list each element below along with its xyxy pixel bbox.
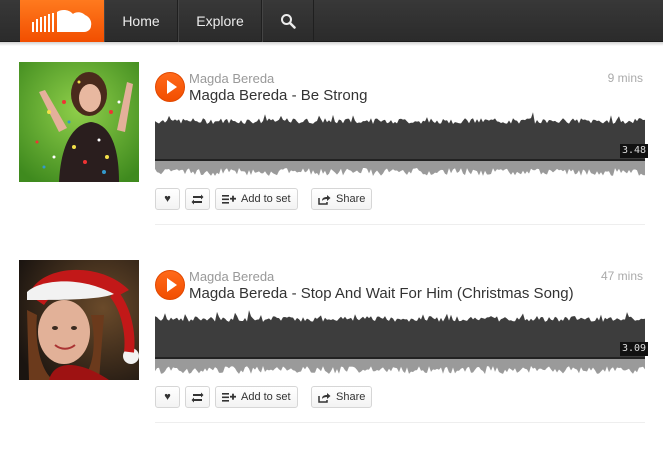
repost-button[interactable] xyxy=(185,188,210,210)
track-item: Magda Bereda Magda Bereda - Be Strong 9 … xyxy=(0,62,663,252)
track-artwork[interactable] xyxy=(19,62,139,182)
play-button[interactable] xyxy=(155,72,185,102)
track-title[interactable]: Magda Bereda - Be Strong xyxy=(189,87,367,104)
add-to-set-button[interactable]: Add to set xyxy=(215,188,298,210)
top-navigation-bar: Home Explore xyxy=(0,0,663,42)
nav-home-label: Home xyxy=(122,13,160,29)
like-button[interactable]: ♥ xyxy=(155,188,180,210)
track-artwork[interactable] xyxy=(19,260,139,380)
add-to-set-icon xyxy=(222,195,236,204)
waveform-upper xyxy=(155,310,645,358)
share-label: Share xyxy=(336,193,366,205)
heart-icon: ♥ xyxy=(164,193,171,205)
track-artist[interactable]: Magda Bereda xyxy=(189,71,274,86)
nav-explore-label: Explore xyxy=(196,13,244,29)
repost-button[interactable] xyxy=(185,386,210,408)
heart-icon: ♥ xyxy=(164,391,171,403)
waveform-upper xyxy=(155,112,645,160)
track-artist[interactable]: Magda Bereda xyxy=(189,269,274,284)
add-to-set-label: Add to set xyxy=(241,193,291,205)
track-duration: 3.48 xyxy=(620,144,649,158)
nav-home[interactable]: Home xyxy=(104,0,178,42)
track-title[interactable]: Magda Bereda - Stop And Wait For Him (Ch… xyxy=(189,285,574,302)
nav-explore[interactable]: Explore xyxy=(178,0,262,42)
repost-icon xyxy=(191,392,204,402)
share-button[interactable]: Share xyxy=(311,188,373,210)
track-separator xyxy=(155,224,645,225)
track-waveform[interactable] xyxy=(155,310,645,375)
waveform-reflection xyxy=(155,358,645,374)
soundcloud-logo[interactable] xyxy=(20,0,104,42)
track-duration: 3.09 xyxy=(620,342,649,356)
topbar-shadow xyxy=(0,42,663,46)
waveform-baseline xyxy=(155,159,645,161)
add-to-set-icon xyxy=(222,393,236,402)
search-icon xyxy=(281,14,296,29)
like-button[interactable]: ♥ xyxy=(155,386,180,408)
share-icon xyxy=(318,392,331,403)
track-time-ago: 47 mins xyxy=(600,269,643,283)
share-icon xyxy=(318,194,331,205)
search-button[interactable] xyxy=(262,0,314,42)
share-label: Share xyxy=(336,391,366,403)
waveform-reflection xyxy=(155,160,645,176)
waveform-baseline xyxy=(155,357,645,359)
track-item: Magda Bereda Magda Bereda - Stop And Wai… xyxy=(0,260,663,450)
track-waveform[interactable] xyxy=(155,112,645,177)
play-button[interactable] xyxy=(155,270,185,300)
add-to-set-label: Add to set xyxy=(241,391,291,403)
share-button[interactable]: Share xyxy=(311,386,373,408)
soundcloud-logo-icon xyxy=(32,9,92,32)
add-to-set-button[interactable]: Add to set xyxy=(215,386,298,408)
repost-icon xyxy=(191,194,204,204)
track-time-ago: 9 mins xyxy=(607,71,643,85)
track-separator xyxy=(155,422,645,423)
